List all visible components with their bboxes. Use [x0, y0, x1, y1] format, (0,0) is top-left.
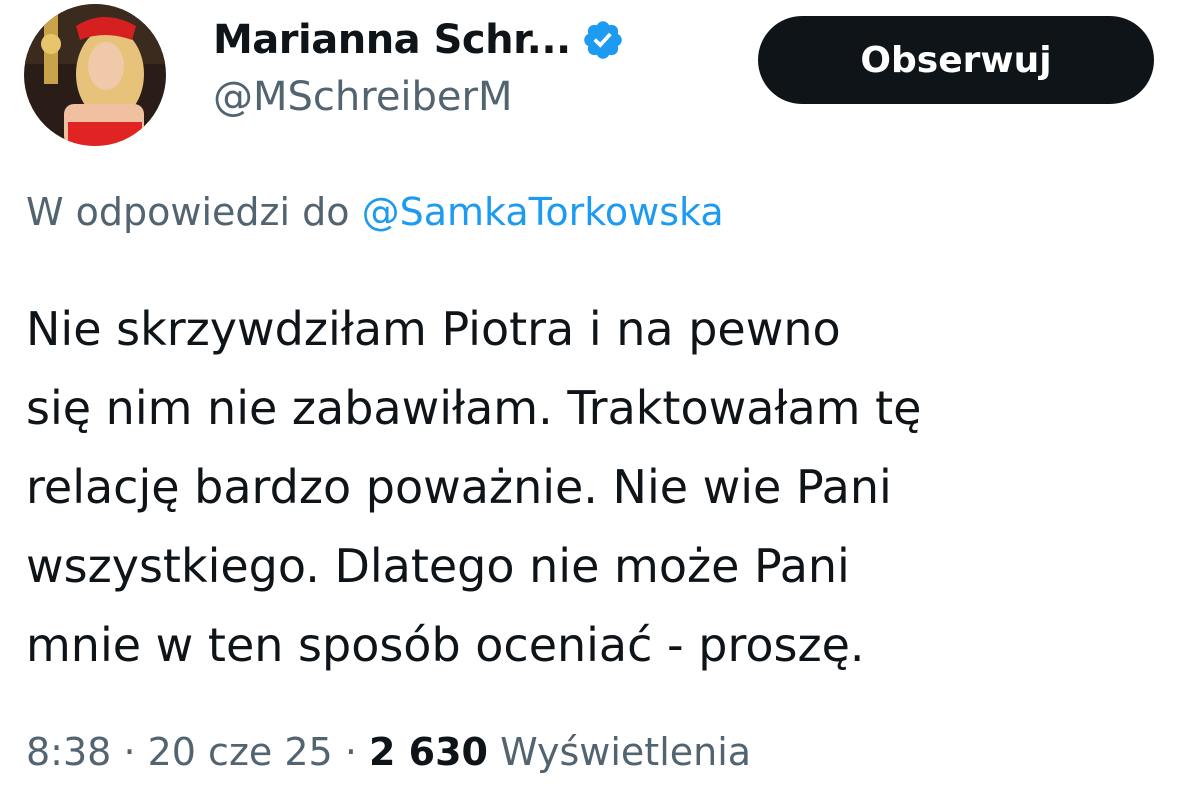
tweet-text-line: wszystkiego. Dlatego nie może Pani [26, 539, 850, 593]
follow-button[interactable]: Obserwuj [758, 16, 1154, 104]
reply-context: W odpowiedzi do @SamkaTorkowska [26, 190, 724, 234]
author-handle[interactable]: @MSchreiberM [213, 74, 513, 120]
tweet-time[interactable]: 8:38 [26, 730, 111, 774]
tweet-text-line: relację bardzo poważnie. Nie wie Pani [26, 460, 892, 514]
verified-badge-icon [581, 18, 625, 62]
meta-separator: · [344, 730, 357, 774]
tweet-header: Marianna Schr... @MSchreiberM Obserwuj [0, 0, 1179, 160]
reply-mention-link[interactable]: @SamkaTorkowska [362, 190, 724, 234]
avatar[interactable] [24, 4, 166, 146]
author-display-name[interactable]: Marianna Schr... [213, 17, 571, 63]
reply-prefix: W odpowiedzi do [26, 190, 350, 234]
views-label: Wyświetlenia [500, 730, 752, 774]
tweet-text-line: mnie w ten sposób oceniać - proszę. [26, 618, 865, 672]
views-count: 2 630 [369, 730, 488, 774]
meta-separator: · [123, 730, 136, 774]
tweet-date[interactable]: 20 cze 25 [148, 730, 333, 774]
avatar-image [24, 4, 166, 146]
tweet-meta: 8:38 · 20 cze 25 · 2 630 Wyświetlenia [26, 730, 751, 774]
tweet-text-line: Nie skrzywdziłam Piotra i na pewno [26, 302, 841, 356]
name-row: Marianna Schr... [213, 14, 625, 66]
tweet-text: Nie skrzywdziłam Piotra i na pewno się n… [26, 290, 1166, 685]
tweet-text-line: się nim nie zabawiłam. Traktowałam tę [26, 381, 922, 435]
